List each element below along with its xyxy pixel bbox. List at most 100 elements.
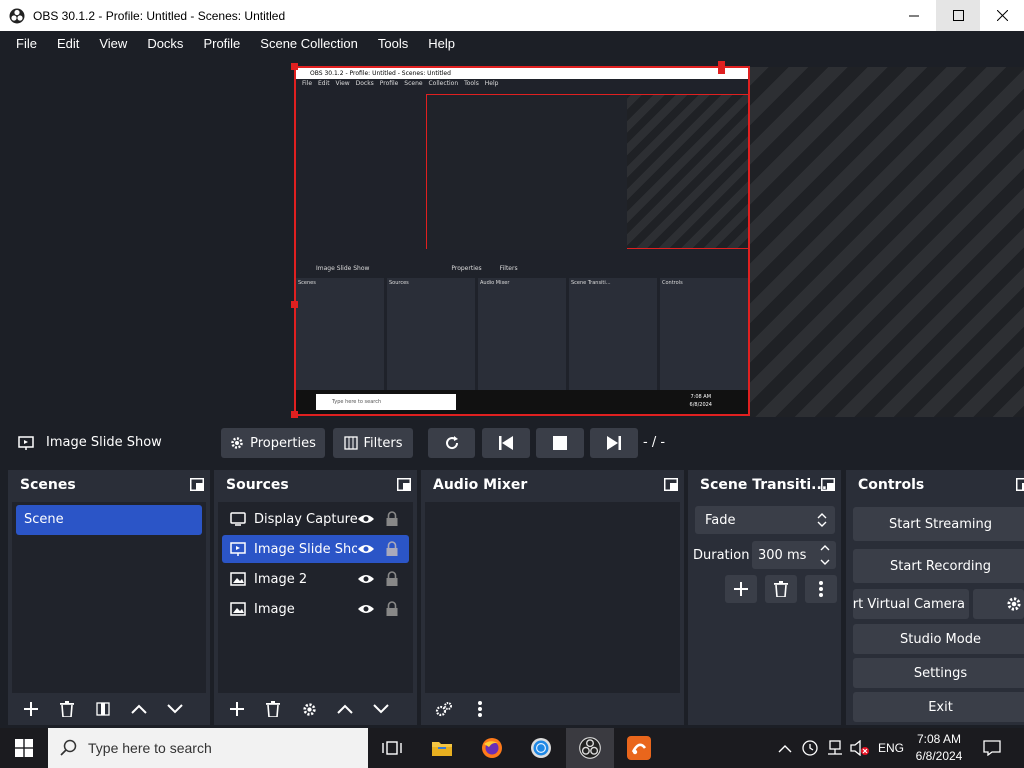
menu-view[interactable]: View xyxy=(89,36,137,51)
filters-button[interactable]: Filters xyxy=(333,428,413,458)
title-bar: OBS 30.1.2 - Profile: Untitled - Scenes:… xyxy=(0,0,1024,31)
task-view-button[interactable] xyxy=(378,734,406,762)
duration-spinbox[interactable]: 300 ms xyxy=(752,541,836,569)
start-streaming-button[interactable]: Start Streaming xyxy=(853,507,1024,541)
restart-slideshow-button[interactable] xyxy=(428,428,475,458)
advanced-audio-properties-button[interactable] xyxy=(429,696,459,722)
remove-source-button[interactable] xyxy=(258,696,288,722)
volume-muted-icon[interactable] xyxy=(850,740,870,756)
menu-tools[interactable]: Tools xyxy=(368,36,418,51)
clock-tray-icon[interactable] xyxy=(802,740,818,756)
resize-handle[interactable] xyxy=(718,67,725,74)
source-item-display-capture[interactable]: Display Capture xyxy=(222,505,409,533)
undock-icon[interactable] xyxy=(190,478,204,491)
start-button[interactable] xyxy=(10,734,38,762)
remove-scene-button[interactable] xyxy=(52,696,82,722)
undock-icon[interactable] xyxy=(397,478,411,491)
firefox-icon xyxy=(482,738,502,758)
snagit-icon xyxy=(627,736,651,760)
visibility-eye-icon[interactable] xyxy=(357,543,375,555)
resize-handle[interactable] xyxy=(291,411,298,418)
source-item-image[interactable]: Image xyxy=(222,595,409,623)
close-button[interactable] xyxy=(980,0,1024,31)
audio-mixer-menu-button[interactable] xyxy=(465,696,495,722)
taskbar-clock[interactable]: 7:08 AM 6/8/2024 xyxy=(908,731,970,765)
search-icon xyxy=(60,739,77,756)
previous-slide-button[interactable] xyxy=(482,428,530,458)
gear-icon xyxy=(302,702,316,716)
visibility-eye-icon[interactable] xyxy=(357,573,375,585)
monitor-icon xyxy=(230,512,246,526)
start-recording-button[interactable]: Start Recording xyxy=(853,549,1024,583)
spin-arrows-icon[interactable] xyxy=(820,544,830,566)
chrome-button[interactable] xyxy=(527,734,555,762)
move-scene-up-button[interactable] xyxy=(124,696,154,722)
resize-handle[interactable] xyxy=(291,301,298,308)
image-icon xyxy=(230,572,246,586)
menu-profile[interactable]: Profile xyxy=(193,36,250,51)
maximize-button[interactable] xyxy=(936,0,980,31)
sources-dock: Sources Display Capture Image Slide Show… xyxy=(214,470,417,725)
move-source-down-button[interactable] xyxy=(366,696,396,722)
chevron-up-icon xyxy=(131,704,147,714)
taskbar-search[interactable]: Type here to search xyxy=(48,728,368,768)
add-transition-button[interactable] xyxy=(725,575,757,603)
language-indicator[interactable]: ENG xyxy=(878,741,904,755)
studio-mode-button[interactable]: Studio Mode xyxy=(853,624,1024,654)
add-source-button[interactable] xyxy=(222,696,252,722)
transition-select[interactable]: Fade xyxy=(695,506,835,534)
lock-icon[interactable] xyxy=(385,601,399,617)
menu-file[interactable]: File xyxy=(6,36,47,51)
stop-icon xyxy=(553,436,567,450)
undock-icon[interactable] xyxy=(664,478,678,491)
exit-button[interactable]: Exit xyxy=(853,692,1024,722)
chevron-down-icon xyxy=(167,704,183,714)
folder-icon xyxy=(432,742,452,756)
undock-icon[interactable] xyxy=(1016,478,1024,491)
menu-edit[interactable]: Edit xyxy=(47,36,89,51)
lock-icon[interactable] xyxy=(385,511,399,527)
source-preview-image[interactable]: OBS 30.1.2 - Profile: Untitled - Scenes:… xyxy=(294,66,750,416)
stop-slideshow-button[interactable] xyxy=(536,428,584,458)
source-properties-button[interactable] xyxy=(294,696,324,722)
properties-button[interactable]: Properties xyxy=(221,428,325,458)
skip-forward-icon xyxy=(607,436,621,450)
remove-transition-button[interactable] xyxy=(765,575,797,603)
scene-filters-button[interactable] xyxy=(88,696,118,722)
obs-taskbar-button[interactable] xyxy=(576,734,604,762)
scene-item[interactable]: Scene xyxy=(16,505,202,535)
lock-icon[interactable] xyxy=(385,541,399,557)
source-item-image-2[interactable]: Image 2 xyxy=(222,565,409,593)
move-source-up-button[interactable] xyxy=(330,696,360,722)
preview-nested-source-name: Image Slide Show xyxy=(316,265,370,272)
settings-button[interactable]: Settings xyxy=(853,658,1024,688)
start-virtual-camera-button[interactable]: Start Virtual Camera xyxy=(853,589,969,619)
transition-properties-button[interactable] xyxy=(805,575,837,603)
undock-icon[interactable] xyxy=(821,478,835,491)
sources-list[interactable]: Display Capture Image Slide Show Image 2… xyxy=(218,502,413,693)
snagit-button[interactable] xyxy=(625,734,653,762)
move-scene-down-button[interactable] xyxy=(160,696,190,722)
firefox-button[interactable] xyxy=(478,734,506,762)
minimize-button[interactable] xyxy=(892,0,936,31)
add-scene-button[interactable] xyxy=(16,696,46,722)
menu-docks[interactable]: Docks xyxy=(137,36,193,51)
lock-icon[interactable] xyxy=(385,571,399,587)
menu-help[interactable]: Help xyxy=(418,36,465,51)
notifications-button[interactable] xyxy=(978,734,1006,762)
network-icon[interactable] xyxy=(826,740,844,756)
preview-nested-clock: 7:08 AM 6/8/2024 xyxy=(690,393,712,409)
next-slide-button[interactable] xyxy=(590,428,638,458)
image-slideshow-icon xyxy=(230,542,246,556)
scenes-list[interactable]: Scene xyxy=(12,502,206,693)
visibility-eye-icon[interactable] xyxy=(357,603,375,615)
source-toolbar: Image Slide Show Properties Filters - / … xyxy=(0,425,1024,463)
menu-scene-collection[interactable]: Scene Collection xyxy=(250,36,368,51)
source-item-image-slide-show[interactable]: Image Slide Show xyxy=(222,535,409,563)
resize-handle[interactable] xyxy=(291,63,298,70)
file-explorer-button[interactable] xyxy=(428,734,456,762)
visibility-eye-icon[interactable] xyxy=(357,513,375,525)
virtual-camera-settings-button[interactable] xyxy=(973,589,1024,619)
plus-icon xyxy=(230,702,244,716)
chevron-up-icon[interactable] xyxy=(778,743,792,753)
